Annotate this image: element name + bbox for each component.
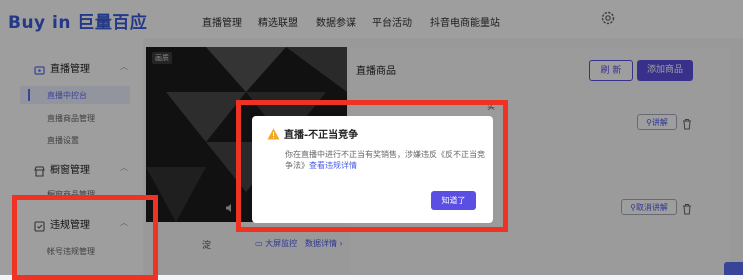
highlight-box-sidebar <box>12 195 158 280</box>
highlight-box-modal <box>236 100 508 232</box>
